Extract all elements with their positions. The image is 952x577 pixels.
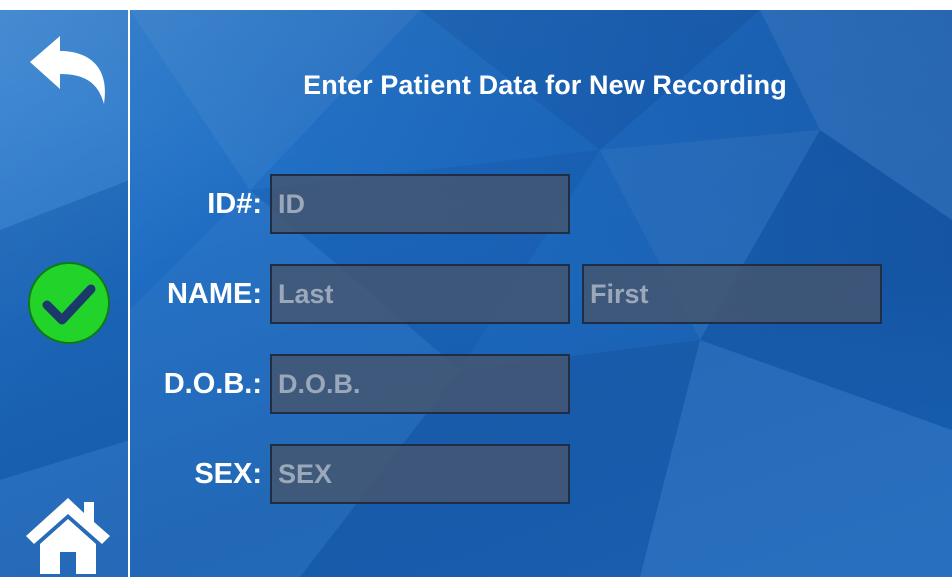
first-name-input[interactable] bbox=[582, 264, 882, 324]
name-label: NAME: bbox=[166, 278, 262, 310]
home-button[interactable] bbox=[24, 494, 112, 574]
home-icon bbox=[26, 498, 110, 574]
back-arrow-icon bbox=[30, 36, 105, 104]
confirm-button[interactable] bbox=[27, 261, 111, 345]
id-input[interactable] bbox=[270, 174, 570, 234]
dob-label: D.O.B.: bbox=[163, 368, 262, 400]
sex-label: SEX: bbox=[194, 458, 262, 490]
sidebar-divider bbox=[128, 10, 130, 577]
page-title: Enter Patient Data for New Recording bbox=[303, 70, 787, 100]
id-label: ID#: bbox=[207, 188, 262, 220]
patient-data-screen: Enter Patient Data for New Recording ID#… bbox=[0, 10, 952, 577]
back-button[interactable] bbox=[26, 34, 114, 106]
sex-input[interactable] bbox=[270, 444, 570, 504]
checkmark-icon bbox=[28, 262, 110, 344]
last-name-input[interactable] bbox=[270, 264, 570, 324]
dob-input[interactable] bbox=[270, 354, 570, 414]
